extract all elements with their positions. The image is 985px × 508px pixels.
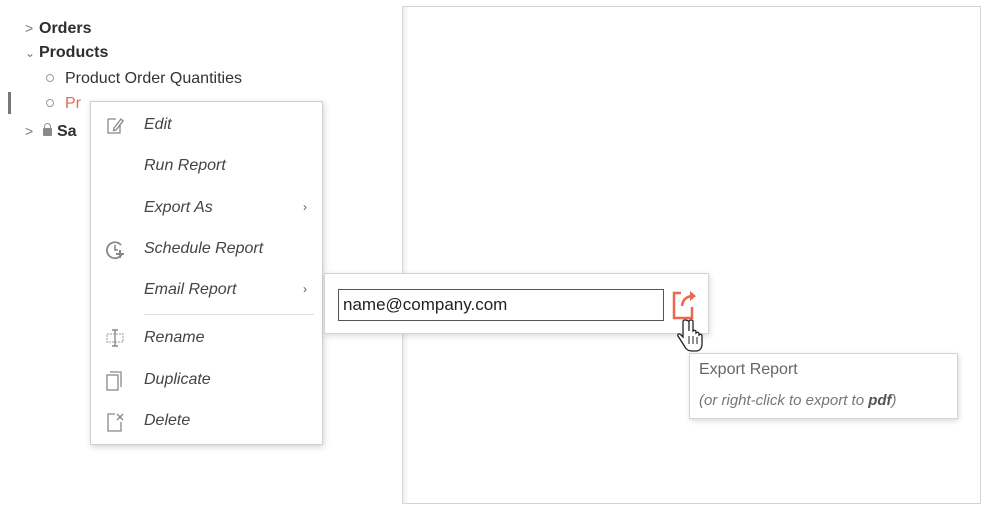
selection-indicator: [8, 92, 11, 114]
tree-folder-orders[interactable]: > Orders: [25, 18, 91, 39]
delete-icon: [105, 411, 125, 432]
menu-item-edit[interactable]: Edit: [91, 105, 322, 145]
tooltip-subtitle-prefix: (or right-click to export to: [699, 392, 869, 409]
tree-report-label: Product Order Quantities: [65, 70, 242, 87]
menu-item-label: Rename: [144, 329, 205, 346]
menu-item-schedule-report[interactable]: Schedule Report: [91, 229, 322, 269]
schedule-clock-add-icon: [105, 239, 125, 260]
menu-item-label: Export As: [144, 199, 213, 216]
menu-item-label: Duplicate: [144, 371, 211, 388]
submenu-arrow-icon: ›: [303, 200, 307, 214]
menu-item-label: Run Report: [144, 157, 226, 174]
menu-item-run-report[interactable]: Run Report: [91, 146, 322, 186]
menu-item-rename[interactable]: Rename: [91, 318, 322, 358]
edit-icon: [105, 115, 125, 135]
report-bullet-icon: [46, 74, 54, 82]
chevron-right-icon[interactable]: >: [25, 121, 39, 141]
menu-item-delete[interactable]: Delete: [91, 401, 322, 441]
rename-cursor-icon: [105, 328, 125, 348]
menu-divider: [144, 314, 314, 315]
report-bullet-icon: [46, 99, 54, 107]
export-report-button[interactable]: [670, 286, 700, 322]
menu-item-email-report[interactable]: Email Report ›: [91, 270, 322, 310]
export-share-icon: [670, 291, 700, 326]
tree-folder-sales[interactable]: > Sa: [25, 121, 77, 142]
export-tooltip: Export Report (or right-click to export …: [689, 353, 958, 419]
panel-divider: [403, 7, 409, 503]
context-menu: Edit Run Report Export As › Schedule Rep…: [90, 101, 323, 445]
tooltip-subtitle-suffix: ): [891, 392, 897, 409]
duplicate-icon: [105, 370, 125, 391]
chevron-down-icon[interactable]: ⌄: [25, 43, 39, 63]
tree-folder-products[interactable]: ⌄ Products: [25, 43, 108, 63]
tree-folder-label: Orders: [39, 20, 92, 37]
email-input[interactable]: [338, 289, 664, 321]
tooltip-subtitle: (or right-click to export to pdf): [699, 392, 897, 409]
menu-item-label: Edit: [144, 116, 172, 133]
email-report-popup: [324, 273, 709, 334]
lock-icon: [43, 123, 52, 136]
tree-folder-label: Products: [39, 44, 109, 61]
tree-folder-label: Sa: [57, 123, 77, 140]
tree-report-products-by-category[interactable]: Pr: [46, 94, 81, 114]
tree-report-label: Pr: [65, 95, 81, 112]
menu-item-export-as[interactable]: Export As ›: [91, 188, 322, 228]
chevron-right-icon[interactable]: >: [25, 18, 39, 38]
tooltip-title: Export Report: [699, 361, 798, 378]
tree-report-product-order-quantities[interactable]: Product Order Quantities: [46, 69, 242, 89]
submenu-arrow-icon: ›: [303, 282, 307, 296]
menu-item-label: Email Report: [144, 281, 237, 298]
menu-item-label: Delete: [144, 412, 191, 429]
tooltip-subtitle-format: pdf: [868, 392, 892, 409]
menu-item-duplicate[interactable]: Duplicate: [91, 360, 322, 400]
menu-item-label: Schedule Report: [144, 240, 264, 257]
